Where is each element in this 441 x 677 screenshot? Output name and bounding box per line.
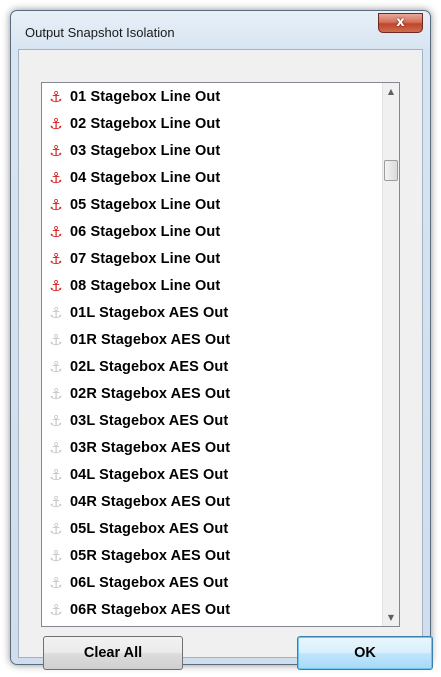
list-item[interactable]: ⚓ 06L Stagebox AES Out	[42, 569, 382, 596]
list-item-label: 02 Stagebox Line Out	[70, 115, 221, 132]
anchor-icon[interactable]: ⚓	[49, 439, 63, 457]
scroll-up-arrow-icon[interactable]: ▲	[383, 83, 399, 100]
list-item-label: 08 Stagebox Line Out	[70, 277, 221, 294]
scroll-thumb[interactable]	[384, 160, 398, 181]
list-item[interactable]: ⚓ 04 Stagebox Line Out	[42, 164, 382, 191]
list-item-label: 01R Stagebox AES Out	[70, 331, 231, 348]
anchor-icon[interactable]: ⚓	[49, 358, 63, 376]
vertical-scrollbar[interactable]: ▲ ▼	[382, 83, 399, 626]
list-item-label: 05 Stagebox Line Out	[70, 196, 221, 213]
title-bar[interactable]: Output Snapshot Isolation x	[11, 11, 430, 49]
close-icon: x	[396, 15, 405, 30]
ok-button[interactable]: OK	[297, 636, 433, 670]
list-item[interactable]: ⚓ 07 Stagebox Line Out	[42, 245, 382, 272]
anchor-icon[interactable]: ⚓	[49, 115, 63, 133]
anchor-icon[interactable]: ⚓	[49, 466, 63, 484]
anchor-icon[interactable]: ⚓	[49, 277, 63, 295]
anchor-icon[interactable]: ⚓	[49, 142, 63, 160]
list-item[interactable]: ⚓ 03L Stagebox AES Out	[42, 407, 382, 434]
scroll-down-arrow-icon[interactable]: ▼	[383, 609, 399, 626]
list-item-label: 03 Stagebox Line Out	[70, 142, 221, 159]
anchor-icon[interactable]: ⚓	[49, 196, 63, 214]
list-item[interactable]: ⚓ 02R Stagebox AES Out	[42, 380, 382, 407]
anchor-icon[interactable]: ⚓	[49, 385, 63, 403]
list-item-label: 04R Stagebox AES Out	[70, 493, 231, 510]
list-item[interactable]: ⚓ 01L Stagebox AES Out	[42, 299, 382, 326]
output-snapshot-isolation-dialog: Output Snapshot Isolation x ⚓ 01 Stagebox…	[10, 10, 433, 670]
list-item-label: 02R Stagebox AES Out	[70, 385, 231, 402]
list-item-label: 05R Stagebox AES Out	[70, 547, 231, 564]
list-item[interactable]: ⚓ 02L Stagebox AES Out	[42, 353, 382, 380]
list-item[interactable]: ⚓ 05L Stagebox AES Out	[42, 515, 382, 542]
anchor-icon[interactable]: ⚓	[49, 169, 63, 187]
list-item[interactable]: ⚓ 05 Stagebox Line Out	[42, 191, 382, 218]
list-item-label: 04L Stagebox AES Out	[70, 466, 229, 483]
list-item[interactable]: ⚓ 06R Stagebox AES Out	[42, 596, 382, 623]
dialog-title: Output Snapshot Isolation	[25, 25, 175, 40]
list-item[interactable]: ⚓ 05R Stagebox AES Out	[42, 542, 382, 569]
anchor-icon[interactable]: ⚓	[49, 250, 63, 268]
list-item-label: 04 Stagebox Line Out	[70, 169, 221, 186]
list-item-label: 01L Stagebox AES Out	[70, 304, 229, 321]
list-item-label: 02L Stagebox AES Out	[70, 358, 229, 375]
list-item[interactable]: ⚓ 02 Stagebox Line Out	[42, 110, 382, 137]
anchor-icon[interactable]: ⚓	[49, 304, 63, 322]
list-item[interactable]: ⚓ 01 Stagebox Line Out	[42, 83, 382, 110]
list-item[interactable]: ⚓ 04R Stagebox AES Out	[42, 488, 382, 515]
list-item[interactable]: ⚓ 03 Stagebox Line Out	[42, 137, 382, 164]
list-item[interactable]: ⚓ 06 Stagebox Line Out	[42, 218, 382, 245]
list-item[interactable]: ⚓ 08 Stagebox Line Out	[42, 272, 382, 299]
close-button[interactable]: x	[378, 13, 423, 33]
list-item-label: 07 Stagebox Line Out	[70, 250, 221, 267]
anchor-icon[interactable]: ⚓	[49, 520, 63, 538]
anchor-icon[interactable]: ⚓	[49, 547, 63, 565]
list-item-label: 06 Stagebox Line Out	[70, 223, 221, 240]
outputs-listbox[interactable]: ⚓ 01 Stagebox Line Out ⚓ 02 Stagebox Line O…	[41, 82, 400, 627]
clear-all-button[interactable]: Clear All	[43, 636, 183, 670]
list-item-label: 05L Stagebox AES Out	[70, 520, 229, 537]
list-item-label: 06L Stagebox AES Out	[70, 574, 229, 591]
anchor-icon[interactable]: ⚓	[49, 331, 63, 349]
anchor-icon[interactable]: ⚓	[49, 223, 63, 241]
anchor-icon[interactable]: ⚓	[49, 601, 63, 619]
list-item-label: 01 Stagebox Line Out	[70, 88, 221, 105]
anchor-icon[interactable]: ⚓	[49, 574, 63, 592]
outputs-list: ⚓ 01 Stagebox Line Out ⚓ 02 Stagebox Line O…	[42, 83, 382, 626]
anchor-icon[interactable]: ⚓	[49, 493, 63, 511]
list-item-label: 03R Stagebox AES Out	[70, 439, 231, 456]
anchor-icon[interactable]: ⚓	[49, 88, 63, 106]
anchor-icon[interactable]: ⚓	[49, 412, 63, 430]
list-item[interactable]: ⚓ 03R Stagebox AES Out	[42, 434, 382, 461]
list-item[interactable]: ⚓ 04L Stagebox AES Out	[42, 461, 382, 488]
list-item-label: 06R Stagebox AES Out	[70, 601, 231, 618]
list-item-label: 03L Stagebox AES Out	[70, 412, 229, 429]
list-item[interactable]: ⚓ 01R Stagebox AES Out	[42, 326, 382, 353]
dialog-body: ⚓ 01 Stagebox Line Out ⚓ 02 Stagebox Line O…	[18, 49, 433, 670]
